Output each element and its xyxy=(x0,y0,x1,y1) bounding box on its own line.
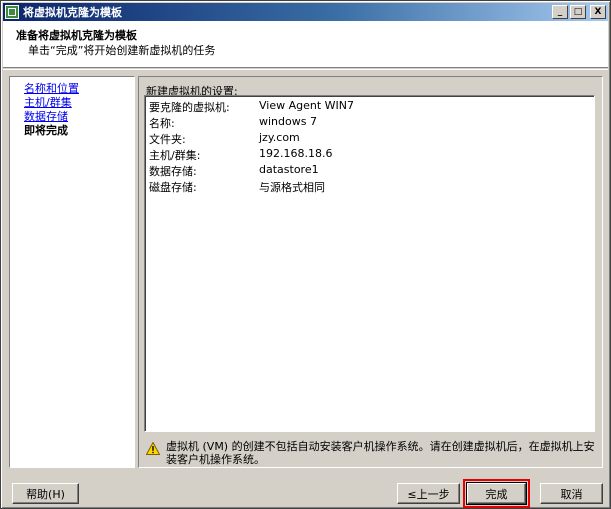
window-title: 将虚拟机克隆为模板 xyxy=(23,6,122,19)
wizard-header: 准备将虚拟机克隆为模板 单击“完成”将开始创建新虚拟机的任务 xyxy=(3,21,608,68)
settings-list: 要克隆的虚拟机: View Agent WIN7 名称: windows 7 文… xyxy=(144,95,595,432)
help-button[interactable]: 帮助(H) xyxy=(12,483,79,504)
close-button[interactable]: X xyxy=(590,5,606,19)
setting-key: 文件夹: xyxy=(149,133,186,146)
wizard-steps-nav: 名称和位置 主机/群集 数据存储 即将完成 xyxy=(9,76,135,468)
window-controls: _ □ X xyxy=(552,5,606,19)
title-bar[interactable]: 将虚拟机克隆为模板 _ □ X xyxy=(3,3,608,21)
setting-key: 数据存储: xyxy=(149,165,197,178)
notice-text: 虚拟机 (VM) 的创建不包括自动安装客户机操作系统。请在创建虚拟机后，在虚拟机… xyxy=(166,440,595,466)
warning-icon xyxy=(146,442,160,455)
setting-key: 要克隆的虚拟机: xyxy=(149,101,230,114)
finish-highlight-box xyxy=(463,479,530,508)
cancel-button[interactable]: 取消 xyxy=(540,483,603,504)
maximize-button[interactable]: □ xyxy=(570,5,586,19)
page-subtitle: 单击“完成”将开始创建新虚拟机的任务 xyxy=(28,44,216,57)
setting-value: datastore1 xyxy=(259,163,319,176)
clone-to-template-dialog: 将虚拟机克隆为模板 _ □ X 准备将虚拟机克隆为模板 单击“完成”将开始创建新… xyxy=(0,0,611,509)
vm-template-icon xyxy=(5,5,19,19)
summary-panel: 新建虚拟机的设置: 要克隆的虚拟机: View Agent WIN7 名称: w… xyxy=(138,76,603,468)
setting-key: 名称: xyxy=(149,117,175,130)
setting-value: 192.168.18.6 xyxy=(259,147,333,160)
setting-key: 主机/群集: xyxy=(149,149,201,162)
minimize-button[interactable]: _ xyxy=(552,5,568,19)
setting-value: windows 7 xyxy=(259,115,317,128)
setting-value: jzy.com xyxy=(259,131,300,144)
header-divider xyxy=(3,69,608,70)
back-button[interactable]: ≤上一步 xyxy=(397,483,460,504)
setting-key: 磁盘存储: xyxy=(149,181,197,194)
setting-value: 与源格式相同 xyxy=(259,181,325,194)
os-install-notice: 虚拟机 (VM) 的创建不包括自动安装客户机操作系统。请在创建虚拟机后，在虚拟机… xyxy=(146,439,601,467)
step-ready-to-complete: 即将完成 xyxy=(24,124,68,137)
setting-value: View Agent WIN7 xyxy=(259,99,355,112)
page-title: 准备将虚拟机克隆为模板 xyxy=(16,29,137,42)
